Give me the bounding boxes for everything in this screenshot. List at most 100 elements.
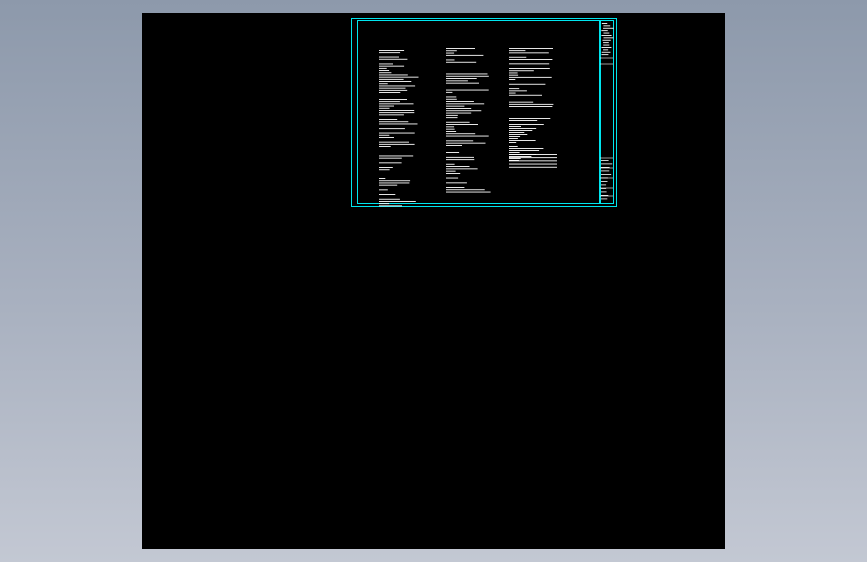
- cad-text-line-icon: [601, 191, 607, 193]
- cad-text-line-icon: [379, 121, 409, 123]
- cad-text-line-icon: [379, 141, 409, 143]
- cad-text-line-icon: [446, 112, 472, 114]
- cad-text-line-icon: [509, 52, 549, 54]
- cad-text-line-icon: [379, 119, 398, 120]
- cad-text-line-icon: [379, 146, 391, 147]
- cad-text-line-icon: [379, 205, 402, 207]
- cad-text-line-icon: [603, 49, 609, 51]
- cad-text-line-icon: [509, 152, 520, 153]
- cad-text-line-icon: [379, 65, 405, 67]
- cad-text-line-icon: [379, 107, 390, 109]
- cad-text-line-icon: [509, 158, 521, 159]
- cad-text-line-icon: [446, 82, 479, 84]
- cad-text-line-icon: [509, 126, 521, 127]
- cad-text-line-icon: [509, 142, 517, 143]
- cad-text-line-icon: [509, 166, 557, 168]
- cad-text-line-icon: [509, 48, 553, 49]
- cad-text-line-icon: [446, 189, 485, 191]
- cad-text-line-icon: [601, 160, 609, 161]
- cad-text-line-icon: [601, 163, 613, 165]
- cad-text-line-icon: [446, 80, 468, 82]
- cad-text-line-icon: [379, 203, 390, 205]
- cad-text-line-icon: [446, 98, 457, 100]
- cad-text-line-icon: [446, 133, 476, 135]
- cad-text-line-icon: [446, 78, 477, 79]
- cad-text-line-icon: [379, 63, 393, 65]
- cad-text-line-icon: [603, 44, 610, 46]
- cad-text-line-icon: [446, 135, 489, 137]
- cad-text-line-icon: [509, 106, 553, 107]
- cad-text-line-icon: [446, 61, 477, 63]
- cad-text-line-icon: [509, 72, 518, 74]
- cad-text-line-icon: [379, 134, 390, 136]
- cad-text-line-icon: [379, 67, 387, 69]
- cad-text-line-icon: [379, 155, 414, 157]
- cad-text-line-icon: [446, 108, 472, 109]
- cad-text-line-icon: [601, 170, 610, 172]
- cad-text-line-icon: [601, 184, 607, 186]
- cad-text-line-icon: [446, 182, 467, 184]
- cad-text-line-icon: [446, 170, 456, 172]
- cad-text-line-icon: [379, 74, 408, 76]
- cad-text-line-icon: [446, 103, 485, 105]
- drawing-sheet[interactable]: [351, 18, 617, 207]
- cad-text-line-icon: [509, 130, 533, 131]
- cad-text-line-icon: [509, 94, 542, 96]
- cad-text-line-icon: [379, 143, 415, 145]
- cad-text-line-icon: [379, 110, 415, 111]
- cad-text-line-icon: [601, 167, 610, 168]
- cad-text-line-icon: [509, 157, 557, 159]
- cad-text-line-icon: [509, 50, 526, 52]
- cad-text-line-icon: [601, 177, 608, 179]
- cad-text-line-icon: [603, 32, 610, 34]
- cad-text-line-icon: [379, 180, 411, 182]
- cad-text-line-icon: [446, 54, 484, 56]
- cad-text-line-icon: [446, 140, 474, 142]
- cad-text-line-icon: [446, 156, 474, 158]
- cad-text-line-icon: [603, 37, 614, 39]
- cad-text-line-icon: [446, 168, 478, 170]
- cad-text-line-icon: [509, 148, 544, 149]
- cad-text-line-icon: [379, 198, 400, 200]
- cad-text-line-icon: [446, 48, 475, 49]
- sheet-svg: [351, 18, 617, 207]
- cad-text-line-icon: [446, 177, 459, 179]
- cad-text-line-icon: [379, 87, 406, 89]
- cad-text-line-icon: [509, 56, 527, 58]
- cad-text-line-icon: [446, 128, 455, 130]
- cad-text-line-icon: [446, 145, 462, 146]
- cad-text-line-icon: [509, 160, 557, 162]
- cad-text-line-icon: [601, 30, 608, 32]
- cad-text-line-icon: [379, 178, 386, 179]
- cad-text-line-icon: [446, 159, 475, 161]
- cad-text-line-icon: [379, 128, 405, 130]
- cad-text-line-icon: [509, 146, 518, 147]
- cad-text-line-icon: [446, 96, 457, 98]
- cad-text-line-icon: [509, 120, 538, 121]
- cad-text-line-icon: [379, 114, 404, 116]
- cad-text-line-icon: [446, 191, 491, 193]
- cad-text-line-icon: [379, 92, 401, 93]
- cad-text-line-icon: [379, 85, 416, 87]
- cad-text-line-icon: [601, 23, 608, 24]
- cad-text-line-icon: [509, 118, 551, 119]
- cad-text-line-icon: [379, 112, 415, 114]
- cad-text-line-icon: [509, 140, 536, 141]
- cad-text-line-icon: [509, 134, 528, 135]
- cad-text-line-icon: [446, 73, 488, 75]
- cad-text-line-icon: [446, 124, 478, 125]
- cad-text-line-icon: [446, 142, 486, 144]
- cad-text-line-icon: [379, 81, 412, 82]
- cad-text-line-icon: [379, 184, 398, 186]
- cad-text-line-icon: [509, 156, 532, 157]
- cad-text-line-icon: [379, 162, 402, 164]
- cad-text-line-icon: [379, 157, 402, 159]
- cad-text-line-icon: [601, 174, 612, 175]
- cad-text-line-icon: [509, 92, 516, 94]
- cad-text-line-icon: [446, 89, 489, 91]
- cad-text-line-icon: [446, 52, 455, 54]
- cad-text-line-icon: [379, 201, 416, 202]
- cad-text-line-icon: [446, 126, 455, 128]
- cad-text-line-icon: [509, 103, 554, 105]
- cad-text-line-icon: [446, 187, 465, 188]
